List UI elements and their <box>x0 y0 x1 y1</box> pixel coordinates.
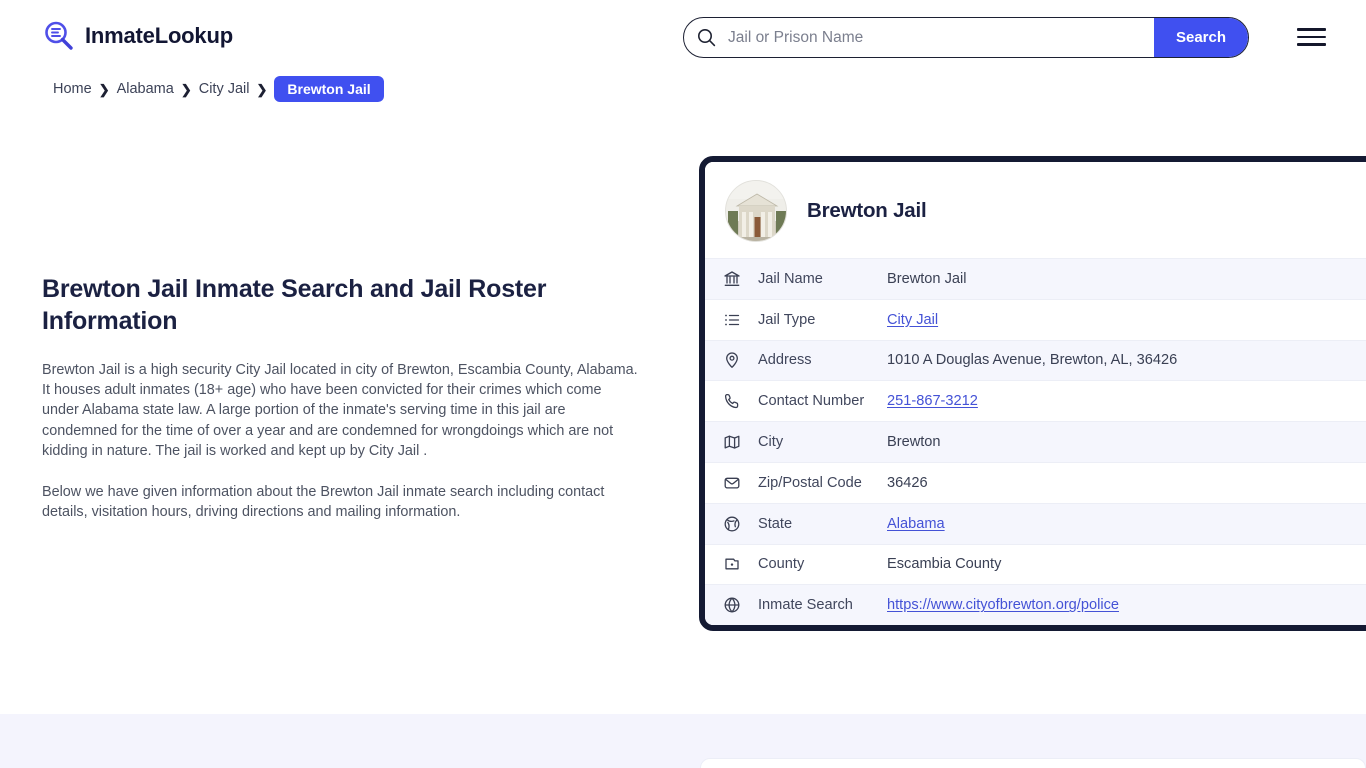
info-row-label: Jail Name <box>758 271 887 287</box>
info-row-contact-number: Contact Number251-867-3212 <box>705 380 1366 421</box>
breadcrumb-item-city-jail[interactable]: City Jail <box>199 80 250 98</box>
site-logo-text: InmateLookup <box>85 25 233 47</box>
description-paragraph-1: Brewton Jail is a high security City Jai… <box>42 360 638 462</box>
info-row-link-jail-type[interactable]: City Jail <box>887 312 938 328</box>
map-icon <box>723 433 741 451</box>
info-row-value: Brewton <box>887 434 941 450</box>
info-row-value: Escambia County <box>887 556 1001 572</box>
info-row-zip-postal-code: Zip/Postal Code36426 <box>705 462 1366 503</box>
info-row-link-state[interactable]: Alabama <box>887 516 945 532</box>
info-row-value[interactable]: https://www.cityofbrewton.org/police <box>887 597 1119 613</box>
info-row-value[interactable]: City Jail <box>887 312 938 328</box>
breadcrumb-separator-icon: ❯ <box>99 83 110 96</box>
jail-info-table: Jail NameBrewton JailJail TypeCity JailA… <box>705 258 1366 625</box>
info-row-link-inmate-search[interactable]: https://www.cityofbrewton.org/police <box>887 597 1119 613</box>
info-row-county: CountyEscambia County <box>705 544 1366 585</box>
info-row-label: County <box>758 556 887 572</box>
phone-icon <box>723 392 741 410</box>
breadcrumb-item-alabama[interactable]: Alabama <box>117 80 174 98</box>
info-row-state: StateAlabama <box>705 503 1366 544</box>
description-paragraph-2: Below we have given information about th… <box>42 482 638 523</box>
hamburger-bar <box>1297 36 1326 39</box>
site-logo[interactable]: InmateLookup <box>42 19 233 53</box>
search-bar[interactable]: Search <box>683 17 1249 58</box>
search-icon <box>697 28 716 47</box>
hamburger-bar <box>1297 28 1326 31</box>
info-row-label: Inmate Search <box>758 597 887 613</box>
info-row-label: City <box>758 434 887 450</box>
list-icon <box>723 311 741 329</box>
bank-icon <box>723 270 741 288</box>
county-icon <box>723 555 741 573</box>
envelope-icon <box>723 474 741 492</box>
main-content: Brewton Jail Inmate Search and Jail Rost… <box>42 273 642 523</box>
page-title: Brewton Jail Inmate Search and Jail Rost… <box>42 273 562 338</box>
breadcrumb-separator-icon: ❯ <box>257 83 268 96</box>
map-pin-icon <box>723 351 741 369</box>
breadcrumb-item-brewton-jail: Brewton Jail <box>274 76 383 102</box>
breadcrumb: Home ❯ Alabama ❯ City Jail ❯ Brewton Jail <box>53 76 384 102</box>
info-row-value: 1010 A Douglas Avenue, Brewton, AL, 3642… <box>887 352 1177 368</box>
info-row-city: CityBrewton <box>705 421 1366 462</box>
search-input[interactable] <box>716 18 1154 57</box>
info-row-value[interactable]: 251-867-3212 <box>887 393 978 409</box>
hamburger-bar <box>1297 43 1326 46</box>
search-button[interactable]: Search <box>1154 17 1248 58</box>
site-header: InmateLookup Search <box>0 0 1366 74</box>
courthouse-building-photo <box>725 180 787 242</box>
info-row-label: Jail Type <box>758 312 887 328</box>
info-row-jail-type: Jail TypeCity Jail <box>705 299 1366 340</box>
jail-info-card-header: Brewton Jail <box>705 162 1366 258</box>
info-row-inmate-search: Inmate Searchhttps://www.cityofbrewton.o… <box>705 584 1366 625</box>
info-row-label: State <box>758 516 887 532</box>
info-row-value: 36426 <box>887 475 928 491</box>
info-row-address: Address1010 A Douglas Avenue, Brewton, A… <box>705 340 1366 381</box>
jail-info-card-title: Brewton Jail <box>807 199 927 223</box>
info-row-label: Zip/Postal Code <box>758 475 887 491</box>
info-row-value[interactable]: Alabama <box>887 516 945 532</box>
bottom-section-card <box>700 758 1366 768</box>
jail-info-card: Brewton Jail Jail NameBrewton JailJail T… <box>699 156 1366 631</box>
info-row-jail-name: Jail NameBrewton Jail <box>705 258 1366 299</box>
info-row-label: Address <box>758 352 887 368</box>
globe-grid-icon <box>723 515 741 533</box>
globe-icon <box>723 596 741 614</box>
info-row-link-contact-number[interactable]: 251-867-3212 <box>887 393 978 409</box>
breadcrumb-separator-icon: ❯ <box>181 83 192 96</box>
search-list-logo-icon <box>42 19 76 53</box>
hamburger-menu-icon[interactable] <box>1297 25 1327 49</box>
info-row-label: Contact Number <box>758 393 887 409</box>
breadcrumb-item-home[interactable]: Home <box>53 80 92 98</box>
info-row-value: Brewton Jail <box>887 271 967 287</box>
